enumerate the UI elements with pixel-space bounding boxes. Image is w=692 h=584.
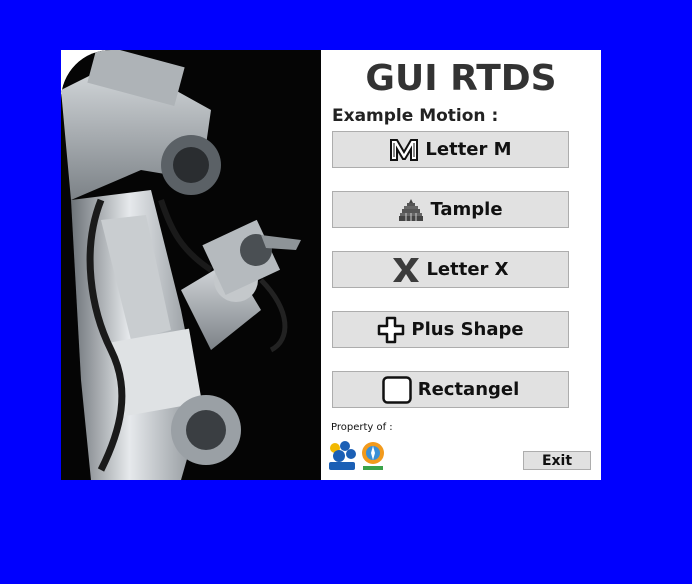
rectangel-label: Rectangel (417, 379, 520, 400)
letter-m-icon (389, 138, 419, 162)
letter-x-icon (392, 257, 420, 283)
property-of-label: Property of : (331, 422, 393, 433)
temple-icon (398, 198, 424, 222)
robot-arm-image (61, 50, 321, 480)
partner-logo (361, 440, 385, 476)
tample-button[interactable]: Tample (332, 191, 569, 228)
control-panel: GUI RTDS Example Motion : Letter M Tampl… (321, 50, 601, 480)
letter-x-button[interactable]: Letter X (332, 251, 569, 288)
pens-logo (327, 440, 357, 476)
letter-m-button[interactable]: Letter M (332, 131, 569, 168)
letter-m-label: Letter M (425, 139, 512, 160)
plus-shape-label: Plus Shape (411, 319, 524, 340)
letter-x-label: Letter X (426, 259, 509, 280)
exit-button[interactable]: Exit (523, 451, 591, 470)
app-title: GUI RTDS (365, 58, 557, 99)
tample-label: Tample (430, 199, 503, 220)
rectangel-button[interactable]: Rectangel (332, 371, 569, 408)
example-motion-label: Example Motion : (332, 106, 499, 126)
main-window: GUI RTDS Example Motion : Letter M Tampl… (61, 50, 601, 480)
plus-icon (377, 316, 405, 344)
plus-shape-button[interactable]: Plus Shape (332, 311, 569, 348)
square-icon (381, 375, 412, 404)
